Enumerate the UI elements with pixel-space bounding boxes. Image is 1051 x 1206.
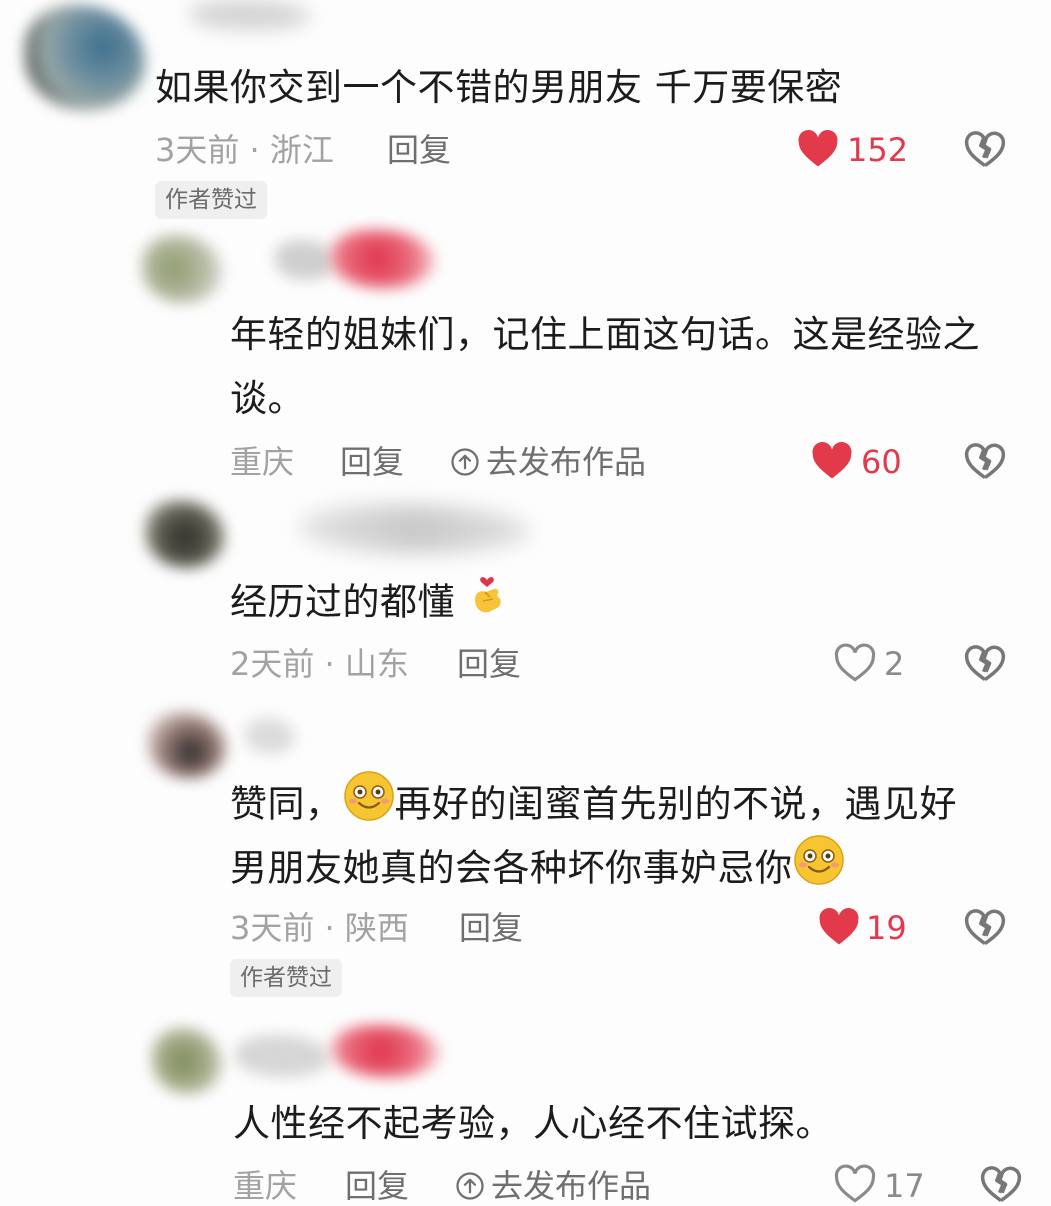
comment-meta: 3天前 · 浙江: [155, 131, 334, 169]
heart-outline-icon[interactable]: [834, 643, 876, 683]
username-decoration: [332, 1025, 440, 1077]
username[interactable]: [300, 505, 530, 553]
heart-filled-icon[interactable]: [797, 129, 839, 169]
broken-heart-icon[interactable]: [964, 128, 1006, 170]
comment-text-line-1: 赞同， 再好的闺蜜首先别的不说，遇见好: [230, 770, 957, 842]
like-count: 152: [847, 131, 909, 169]
username[interactable]: [245, 718, 295, 754]
username-decoration: [330, 230, 435, 288]
like-count: 17: [884, 1167, 925, 1205]
heart-outline-icon[interactable]: [834, 1164, 876, 1204]
publish-label: 去发布作品: [486, 443, 647, 481]
comment-text-content: 男朋友她真的会各种坏你事妒忌你: [230, 846, 793, 890]
broken-heart-icon[interactable]: [964, 440, 1006, 482]
avatar[interactable]: [148, 712, 226, 778]
smiling-face-emoji: [793, 834, 845, 906]
reply-button[interactable]: 回复: [340, 442, 404, 482]
like-count: 2: [884, 645, 905, 683]
comment-text-line-1: 年轻的姐妹们，记住上面这句话。这是经验之: [230, 313, 980, 356]
comment-text: 人性经不起考验，人心经不住试探。: [233, 1102, 833, 1145]
reply-button[interactable]: 回复: [457, 644, 521, 684]
reply-button[interactable]: 回复: [345, 1166, 409, 1206]
broken-heart-icon[interactable]: [964, 906, 1006, 948]
upload-circle-icon: [450, 447, 480, 477]
like-count: 19: [866, 909, 907, 947]
comment-text-content: 再好的闺蜜首先别的不说，遇见好: [394, 782, 957, 826]
comment-text-line-2: 谈。: [230, 377, 305, 420]
username[interactable]: [275, 240, 335, 280]
reply-button[interactable]: 回复: [387, 130, 451, 170]
comment-meta: 3天前 · 陕西: [230, 909, 409, 947]
username[interactable]: [190, 0, 310, 30]
avatar[interactable]: [152, 1028, 222, 1094]
like-count: 60: [861, 443, 902, 481]
avatar[interactable]: [142, 235, 222, 303]
avatar[interactable]: [145, 500, 225, 568]
finger-heart-emoji: [467, 570, 507, 638]
smiling-face-emoji: [343, 770, 395, 842]
comment-meta: 重庆: [233, 1167, 298, 1205]
upload-circle-icon: [455, 1171, 485, 1201]
publish-work-button[interactable]: 去发布作品: [450, 442, 646, 482]
author-liked-badge: 作者赞过: [155, 181, 267, 219]
comment-text: 经历过的都懂: [230, 570, 507, 638]
publish-label: 去发布作品: [491, 1167, 652, 1205]
comment-text-content: 经历过的都懂: [230, 580, 455, 624]
publish-work-button[interactable]: 去发布作品: [455, 1166, 651, 1206]
heart-filled-icon[interactable]: [818, 907, 860, 947]
author-liked-badge: 作者赞过: [230, 959, 342, 997]
comment-meta: 2天前 · 山东: [230, 645, 409, 683]
reply-button[interactable]: 回复: [459, 908, 523, 948]
broken-heart-icon[interactable]: [980, 1163, 1022, 1205]
comment-text-content: 赞同，: [230, 782, 343, 826]
comment-text-line-2: 男朋友她真的会各种坏你事妒忌你: [230, 834, 845, 906]
heart-filled-icon[interactable]: [811, 441, 853, 481]
avatar[interactable]: [25, 5, 145, 110]
broken-heart-icon[interactable]: [964, 642, 1006, 684]
username[interactable]: [235, 1035, 330, 1077]
comment-meta: 重庆: [230, 443, 295, 481]
comment-text: 如果你交到一个不错的男朋友 千万要保密: [155, 66, 843, 109]
